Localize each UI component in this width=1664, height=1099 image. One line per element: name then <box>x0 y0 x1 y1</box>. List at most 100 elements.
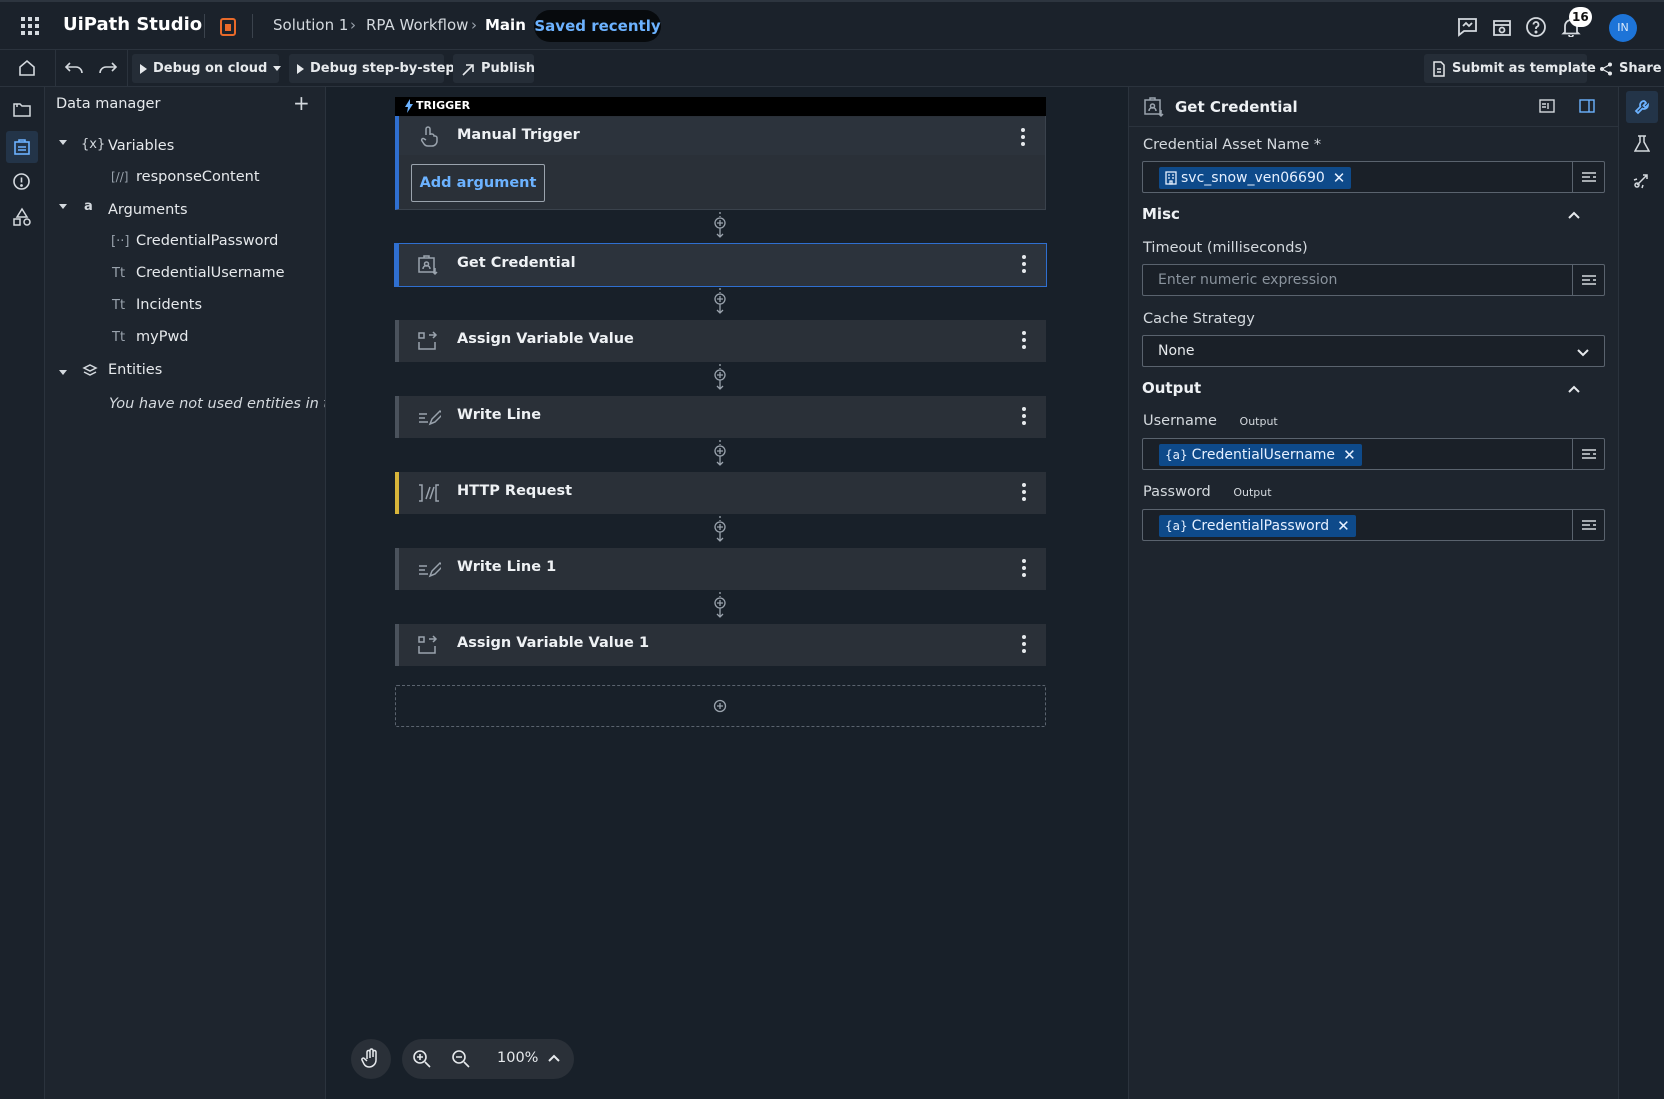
activity-card-assign-variable-value[interactable]: Assign Variable Value <box>395 320 1046 362</box>
add-activity-connector[interactable] <box>713 288 727 316</box>
activity-card-assign-variable-value-1[interactable]: Assign Variable Value 1 <box>395 624 1046 666</box>
zoom-out-icon[interactable] <box>451 1049 471 1069</box>
publish-icon <box>461 61 475 77</box>
add-activity-connector[interactable] <box>713 516 727 544</box>
left-rail <box>0 87 45 1099</box>
expression-editor-icon[interactable] <box>1572 439 1604 469</box>
remove-chip-icon[interactable]: ✕ <box>1333 169 1346 187</box>
zoom-level[interactable]: 100% <box>497 1050 538 1066</box>
caret-down-icon[interactable] <box>59 370 67 375</box>
errors-icon[interactable] <box>12 172 31 191</box>
variables-group-label[interactable]: Variables <box>108 138 174 154</box>
redo-icon[interactable] <box>98 60 118 76</box>
undo-icon[interactable] <box>64 60 84 76</box>
chevron-up-icon[interactable] <box>1567 384 1581 394</box>
activity-card-get-credential[interactable]: Get Credential <box>394 243 1047 287</box>
data-manager-icon[interactable] <box>6 131 38 163</box>
caret-down-icon[interactable] <box>59 204 67 209</box>
layout-toggle-icon[interactable] <box>1539 99 1555 113</box>
publish-button[interactable]: Publish <box>453 54 535 83</box>
chevron-down-icon <box>1576 348 1590 358</box>
explorer-icon[interactable] <box>12 101 32 119</box>
remove-chip-icon[interactable]: ✕ <box>1343 446 1356 464</box>
asset-name-field[interactable]: svc_snow_ven06690 ✕ <box>1142 161 1605 193</box>
argument-item[interactable]: CredentialUsername <box>136 265 285 281</box>
remove-chip-icon[interactable]: ✕ <box>1337 517 1350 535</box>
project-icon[interactable] <box>220 18 236 36</box>
user-avatar[interactable]: IN <box>1609 14 1637 42</box>
secure-string-icon: [··] <box>111 234 130 249</box>
add-activity-connector[interactable] <box>713 592 727 620</box>
arguments-group-label[interactable]: Arguments <box>108 202 188 218</box>
argument-item[interactable]: Incidents <box>136 297 202 313</box>
feedback-icon[interactable] <box>1456 17 1478 37</box>
more-options-icon[interactable] <box>1022 483 1026 504</box>
home-icon[interactable] <box>18 59 36 77</box>
expression-editor-icon[interactable] <box>1572 510 1604 540</box>
variable-item[interactable]: responseContent <box>136 169 260 185</box>
caret-down-icon[interactable] <box>59 140 67 145</box>
add-data-button[interactable]: + <box>293 91 310 115</box>
trigger-block[interactable]: TRIGGER Manual Trigger Add argument <box>395 97 1046 210</box>
chevron-up-icon[interactable] <box>547 1053 561 1063</box>
username-field[interactable]: {a} CredentialUsername ✕ <box>1142 438 1605 470</box>
more-options-icon[interactable] <box>1021 128 1025 149</box>
breadcrumb-project[interactable]: RPA Workflow <box>366 16 468 34</box>
argument-item[interactable]: myPwd <box>136 329 189 345</box>
properties-wrench-icon[interactable] <box>1626 91 1658 123</box>
zoom-in-icon[interactable] <box>412 1049 432 1069</box>
cache-strategy-select[interactable]: None <box>1142 335 1605 367</box>
chevron-up-icon[interactable] <box>1567 210 1581 220</box>
expression-editor-icon[interactable] <box>1572 162 1604 192</box>
toolbar: Debug on cloud Debug step-by-step Publis… <box>0 50 1664 87</box>
breadcrumb-solution[interactable]: Solution 1 <box>273 16 348 34</box>
chevron-right-icon: › <box>471 16 477 34</box>
timeout-input[interactable]: Enter numeric expression <box>1142 264 1605 296</box>
add-activity-connector[interactable] <box>713 440 727 468</box>
password-field[interactable]: {a} CredentialPassword ✕ <box>1142 509 1605 541</box>
activity-card-write-line-1[interactable]: Write Line 1 <box>395 548 1046 590</box>
submit-as-template-button[interactable]: Submit as template <box>1424 54 1596 83</box>
breadcrumb-file[interactable]: Main <box>485 16 526 34</box>
argument-item[interactable]: CredentialPassword <box>136 233 278 249</box>
hand-pointer-icon <box>419 125 439 147</box>
resources-icon[interactable] <box>12 207 32 227</box>
pan-tool-button[interactable] <box>351 1039 391 1079</box>
asset-icon <box>1165 171 1177 185</box>
more-options-icon[interactable] <box>1022 407 1026 428</box>
help-icon[interactable] <box>1525 16 1547 38</box>
autopilot-icon[interactable] <box>1633 171 1651 189</box>
variable-icon: {a} <box>1165 448 1188 462</box>
app-launcher-icon[interactable] <box>21 17 39 35</box>
dock-right-icon[interactable] <box>1579 99 1595 113</box>
app-logo[interactable]: UiPath Studio <box>63 14 202 35</box>
activity-title: Write Line <box>457 407 542 423</box>
add-activity-dropzone[interactable] <box>395 685 1046 727</box>
username-chip[interactable]: {a} CredentialUsername ✕ <box>1159 444 1362 466</box>
share-button[interactable]: Share <box>1591 54 1662 83</box>
password-value: CredentialPassword <box>1191 518 1330 534</box>
caret-down-icon[interactable] <box>273 66 282 71</box>
debug-step-by-step-button[interactable]: Debug step-by-step <box>289 54 455 83</box>
password-chip[interactable]: {a} CredentialPassword ✕ <box>1159 515 1356 537</box>
share-icon <box>1599 62 1613 76</box>
add-activity-connector[interactable] <box>713 212 727 240</box>
add-activity-connector[interactable] <box>713 364 727 392</box>
activity-card-write-line[interactable]: Write Line <box>395 396 1046 438</box>
more-options-icon[interactable] <box>1022 255 1026 276</box>
expression-editor-icon[interactable] <box>1572 265 1604 295</box>
more-options-icon[interactable] <box>1022 559 1026 580</box>
entities-group-label[interactable]: Entities <box>108 362 162 378</box>
debug-on-cloud-button[interactable]: Debug on cloud <box>132 54 282 83</box>
more-options-icon[interactable] <box>1022 635 1026 656</box>
output-section-header[interactable]: Output <box>1142 379 1201 397</box>
zoom-controls: 100% <box>402 1039 574 1079</box>
workflow-canvas[interactable] <box>326 87 1128 1099</box>
asset-chip[interactable]: svc_snow_ven06690 ✕ <box>1159 167 1352 189</box>
marketplace-icon[interactable] <box>1492 17 1512 37</box>
test-flask-icon[interactable] <box>1634 135 1650 153</box>
more-options-icon[interactable] <box>1022 331 1026 352</box>
misc-section-header[interactable]: Misc <box>1142 205 1180 223</box>
add-argument-button[interactable]: Add argument <box>411 164 545 202</box>
activity-card-http-request[interactable]: HTTP Request <box>395 472 1046 514</box>
